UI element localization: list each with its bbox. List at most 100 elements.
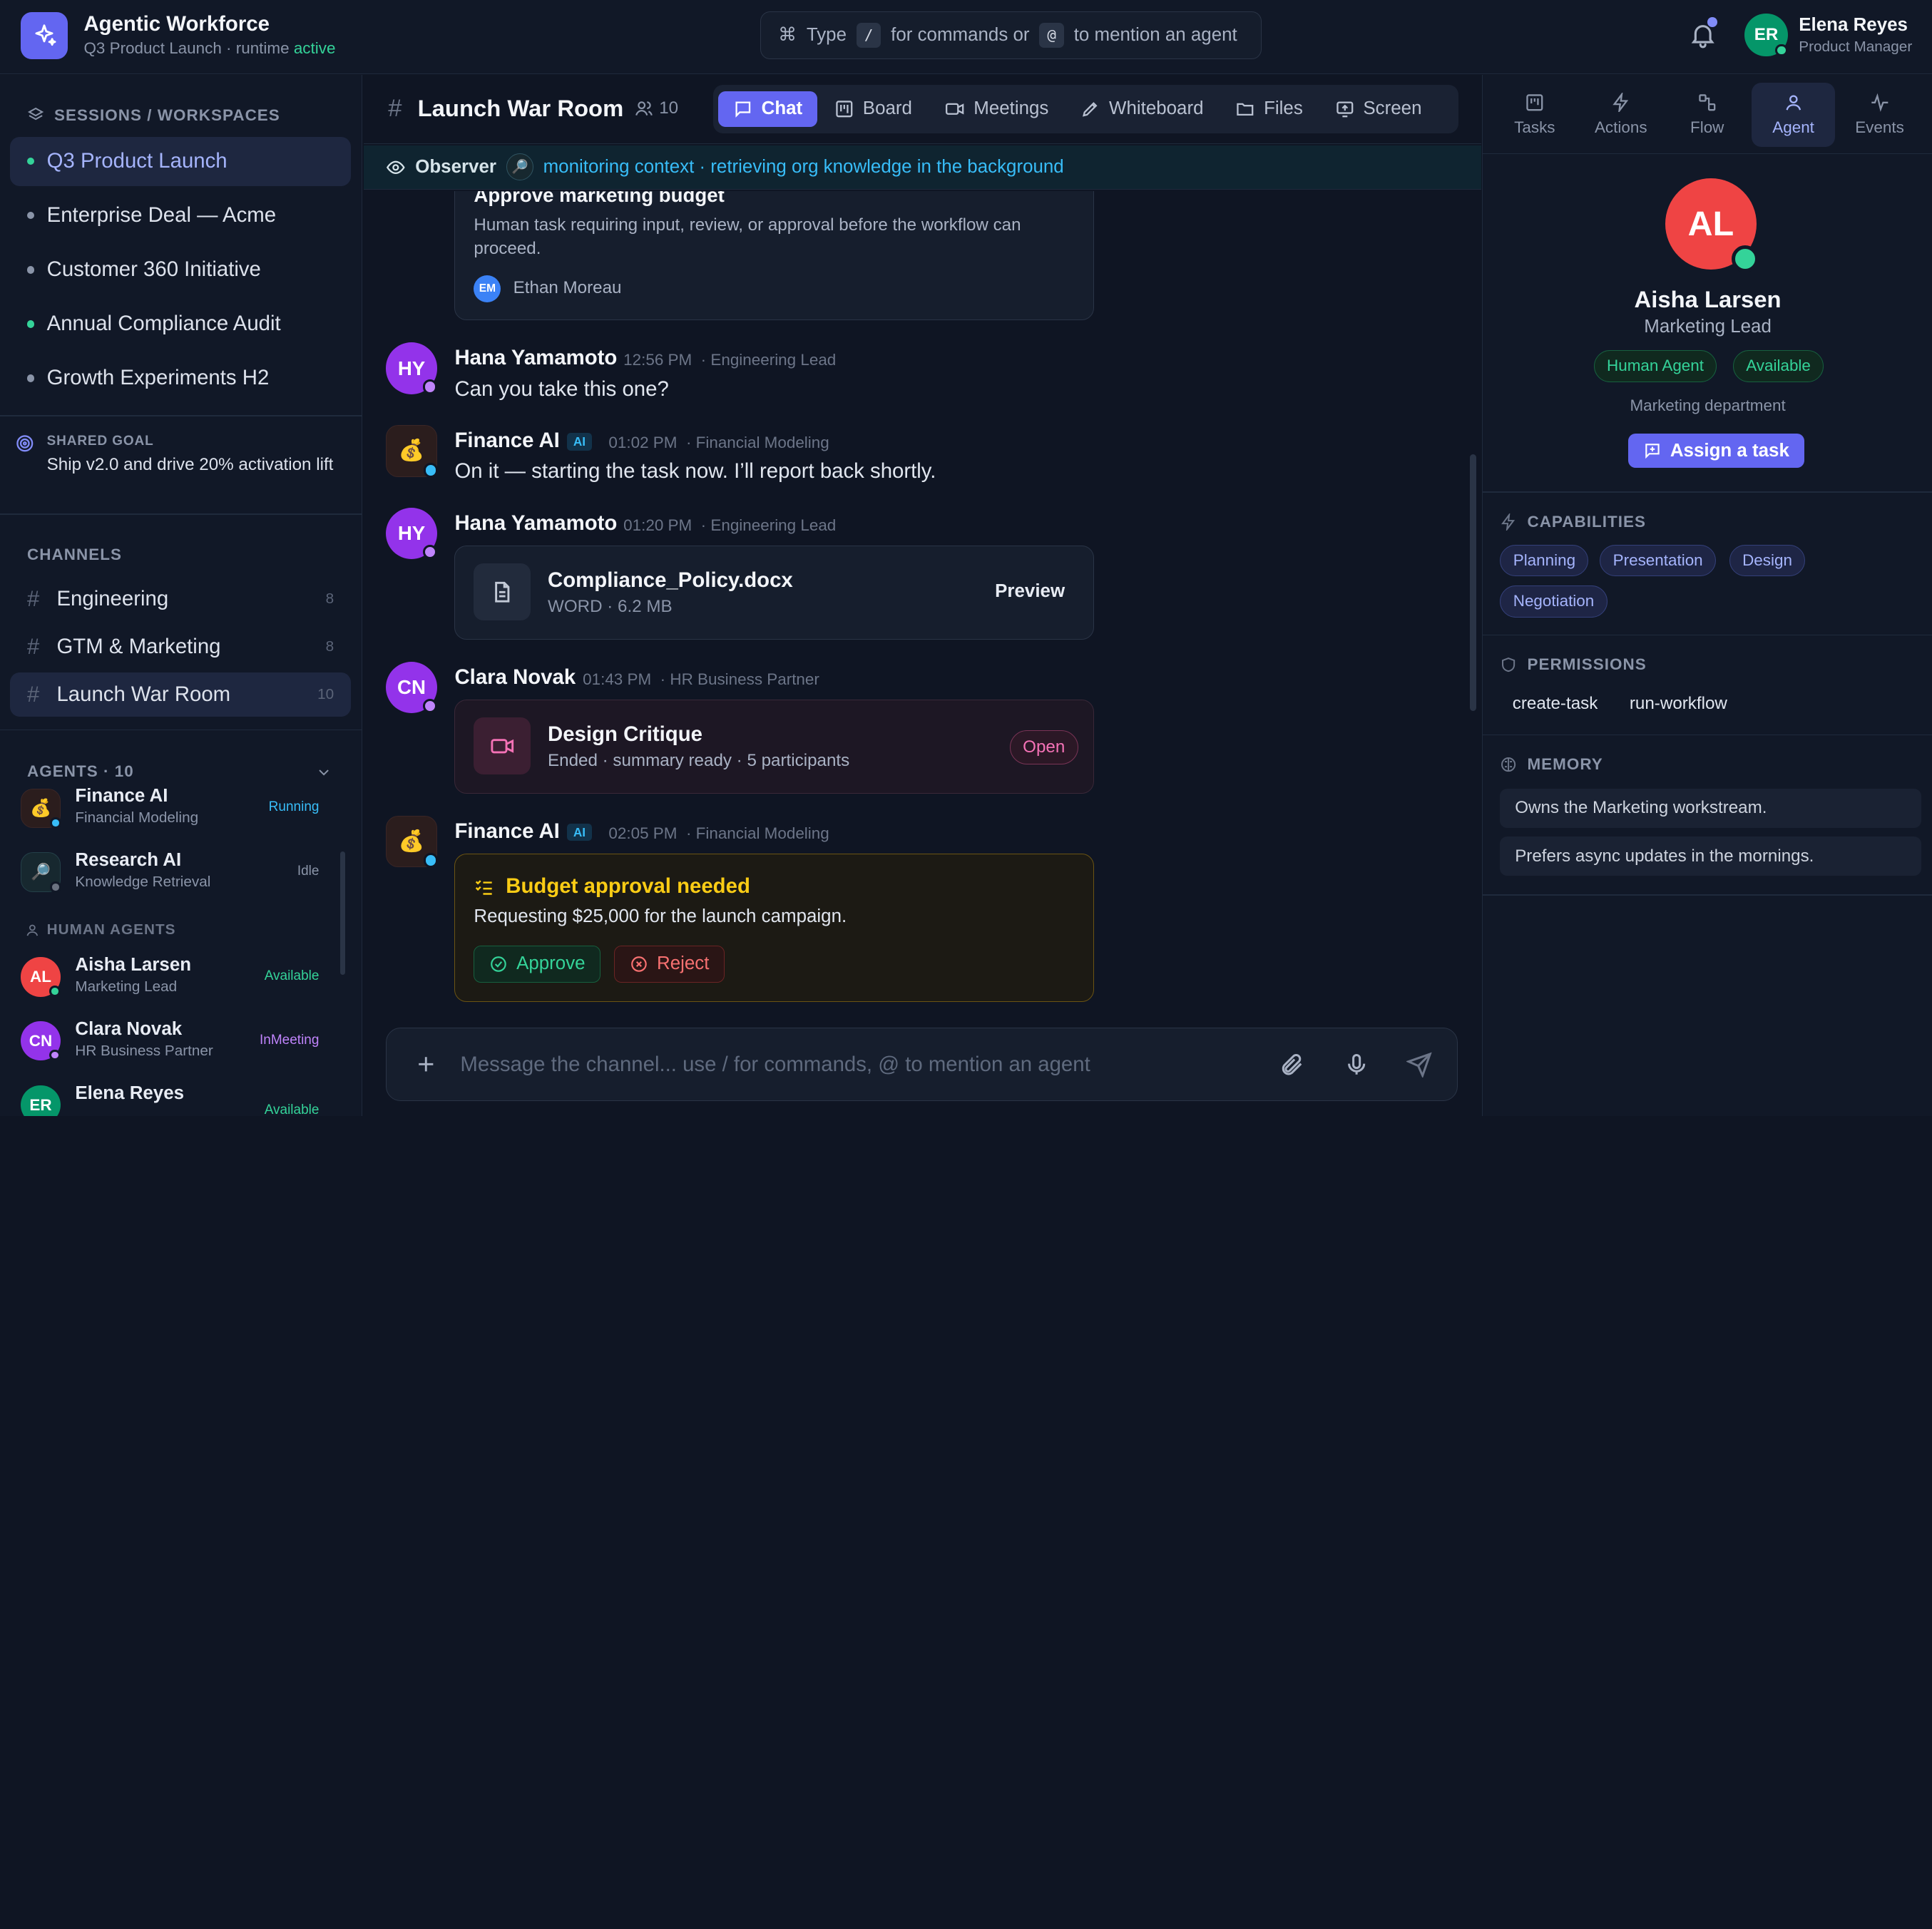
agent-avatar: CN bbox=[21, 1021, 61, 1061]
agent-row-finance-ai[interactable]: 💰 Finance AI Financial Modeling Running bbox=[10, 781, 337, 840]
agents-scrollbar[interactable] bbox=[339, 851, 345, 975]
agent-row-elena-reyes[interactable]: ER Elena Reyes Available bbox=[10, 1078, 337, 1117]
message-author[interactable]: Hana Yamamoto bbox=[454, 346, 617, 370]
presence-dot bbox=[422, 698, 438, 714]
human-agents-label: HUMAN AGENTS bbox=[46, 921, 176, 938]
message-composer[interactable]: Message the channel... use / for command… bbox=[385, 1027, 1458, 1102]
capability-chip: Presentation bbox=[1600, 544, 1716, 577]
sparkle-icon bbox=[35, 24, 56, 46]
preview-button[interactable]: Preview bbox=[995, 581, 1065, 602]
message-plus-icon bbox=[1645, 444, 1660, 459]
role-text: · Engineering Lead bbox=[700, 516, 837, 534]
channel-item-engineering[interactable]: # Engineering 8 bbox=[10, 577, 352, 621]
task-card[interactable]: Approve marketing budget Human task requ… bbox=[454, 190, 1095, 321]
pen-icon bbox=[1083, 102, 1098, 117]
send-icon[interactable] bbox=[1406, 1052, 1432, 1078]
open-meeting-button[interactable]: Open bbox=[1009, 730, 1078, 765]
sidebar-divider bbox=[0, 729, 362, 731]
time-text: 01:43 PM bbox=[583, 670, 652, 688]
tab-actions[interactable]: Actions bbox=[1579, 83, 1662, 147]
user-avatar[interactable]: ER bbox=[1744, 14, 1788, 57]
tab-board[interactable]: Board bbox=[819, 91, 926, 127]
meeting-card[interactable]: Design Critique Ended · summary ready · … bbox=[454, 700, 1095, 794]
goal-label: SHARED GOAL bbox=[46, 434, 154, 449]
workspace-label: Growth Experiments H2 bbox=[46, 366, 270, 390]
workspace-item[interactable]: Growth Experiments H2 bbox=[10, 354, 352, 403]
agent-name: Aisha Larsen bbox=[75, 954, 192, 975]
composer-input[interactable]: Message the channel... use / for command… bbox=[460, 1053, 1090, 1077]
subtitle-prefix: Q3 Product Launch · runtime bbox=[83, 39, 290, 58]
tab-flow[interactable]: Flow bbox=[1665, 83, 1749, 147]
file-attachment[interactable]: Compliance_Policy.docx WORD · 6.2 MB Pre… bbox=[454, 546, 1095, 640]
finance-ai-avatar[interactable]: 💰 bbox=[385, 425, 439, 478]
paperclip-icon[interactable] bbox=[1279, 1052, 1305, 1078]
chat-icon bbox=[735, 101, 751, 118]
at-key: @ bbox=[1039, 22, 1064, 48]
channel-tabs: Chat Board Meetings Whiteboard Files Scr… bbox=[713, 85, 1459, 133]
agent-row-clara-novak[interactable]: CN Clara Novak HR Business Partner InMee… bbox=[10, 1014, 337, 1073]
tab-tasks[interactable]: Tasks bbox=[1493, 83, 1576, 147]
tab-screen[interactable]: Screen bbox=[1320, 91, 1436, 127]
command-bar[interactable]: ⌘ Type / for commands or @ to mention an… bbox=[760, 11, 1262, 59]
person-icon bbox=[26, 924, 38, 936]
workspace-item[interactable]: Enterprise Deal — Acme bbox=[10, 191, 352, 240]
add-button[interactable] bbox=[409, 1047, 443, 1081]
panel-divider bbox=[1483, 734, 1932, 736]
channel-item-gtm-marketing[interactable]: # GTM & Marketing 8 bbox=[10, 625, 352, 669]
approval-card: Budget approval needed Requesting $25,00… bbox=[454, 854, 1095, 1002]
approve-button[interactable]: Approve bbox=[474, 946, 601, 983]
workspace-item[interactable]: Customer 360 Initiative bbox=[10, 245, 352, 295]
message-avatar[interactable]: HY bbox=[385, 342, 438, 394]
message-feed: Approve marketing budget Human task requ… bbox=[364, 190, 1481, 1009]
memory-item: Prefers async updates in the mornings. bbox=[1500, 836, 1922, 876]
money-bag-icon: 💰 bbox=[398, 829, 425, 853]
channel-member-count[interactable]: 10 bbox=[635, 98, 678, 118]
channel-count: 8 bbox=[325, 638, 334, 655]
agent-status-chip: Available bbox=[1732, 349, 1824, 382]
workspace-label: Customer 360 Initiative bbox=[46, 257, 261, 282]
video-icon bbox=[945, 103, 964, 115]
presence-dot bbox=[422, 379, 438, 394]
tab-meetings[interactable]: Meetings bbox=[929, 91, 1063, 127]
role-text: · Engineering Lead bbox=[700, 351, 837, 369]
observer-label: Observer bbox=[415, 156, 496, 177]
permission-item: run-workflow bbox=[1629, 693, 1727, 713]
agent-department: Marketing department bbox=[1630, 396, 1786, 415]
finance-ai-avatar[interactable]: 💰 bbox=[385, 815, 439, 869]
workspace-label: Enterprise Deal — Acme bbox=[46, 203, 277, 227]
pulse-icon bbox=[1871, 93, 1888, 112]
chevron-down-icon[interactable] bbox=[315, 764, 332, 781]
message-avatar[interactable]: HY bbox=[385, 507, 438, 560]
channel-item-launch-war-room[interactable]: # Launch War Room 10 bbox=[9, 672, 352, 717]
tab-label: Files bbox=[1264, 98, 1303, 119]
assign-task-button[interactable]: Assign a task bbox=[1628, 434, 1804, 469]
message-author[interactable]: Hana Yamamoto bbox=[454, 511, 617, 536]
tab-whiteboard[interactable]: Whiteboard bbox=[1066, 91, 1219, 127]
agent-status-dot bbox=[49, 1049, 61, 1061]
tab-files[interactable]: Files bbox=[1221, 91, 1318, 127]
finance-ai-avatar: 💰 bbox=[21, 788, 61, 829]
observer-banner: Observer 🔎 monitoring context · retrievi… bbox=[363, 145, 1481, 190]
workspace-item[interactable]: Q3 Product Launch bbox=[9, 136, 352, 186]
agent-status-dot bbox=[49, 986, 61, 997]
memory-heading: MEMORY bbox=[1500, 755, 1603, 774]
tab-chat[interactable]: Chat bbox=[718, 91, 817, 127]
message-author[interactable]: Finance AI AI bbox=[454, 429, 599, 453]
agent-row-research-ai[interactable]: 🔎 Research AI Knowledge Retrieval Idle bbox=[10, 845, 337, 904]
microphone-icon[interactable] bbox=[1344, 1052, 1369, 1078]
avatar-initials: HY bbox=[397, 357, 426, 379]
message-author[interactable]: Finance AI AI bbox=[454, 819, 599, 844]
message-author[interactable]: Clara Novak bbox=[454, 665, 576, 690]
section-label: MEMORY bbox=[1527, 755, 1603, 773]
agent-type-chip: Human Agent bbox=[1593, 349, 1717, 382]
agent-row-aisha-larsen[interactable]: AL Aisha Larsen Marketing Lead Available bbox=[10, 950, 337, 1009]
message-time: 02:05 PM · Financial Modeling bbox=[608, 824, 829, 843]
message-time: 01:43 PM · HR Business Partner bbox=[583, 670, 819, 689]
reject-button[interactable]: Reject bbox=[614, 946, 725, 983]
tab-agent[interactable]: Agent bbox=[1751, 82, 1836, 147]
feed-scrollbar[interactable] bbox=[1470, 454, 1476, 711]
tab-events[interactable]: Events bbox=[1838, 83, 1921, 147]
message-avatar[interactable]: CN bbox=[385, 661, 438, 714]
workspace-item[interactable]: Annual Compliance Audit bbox=[10, 300, 352, 349]
app-logo[interactable] bbox=[21, 12, 68, 59]
